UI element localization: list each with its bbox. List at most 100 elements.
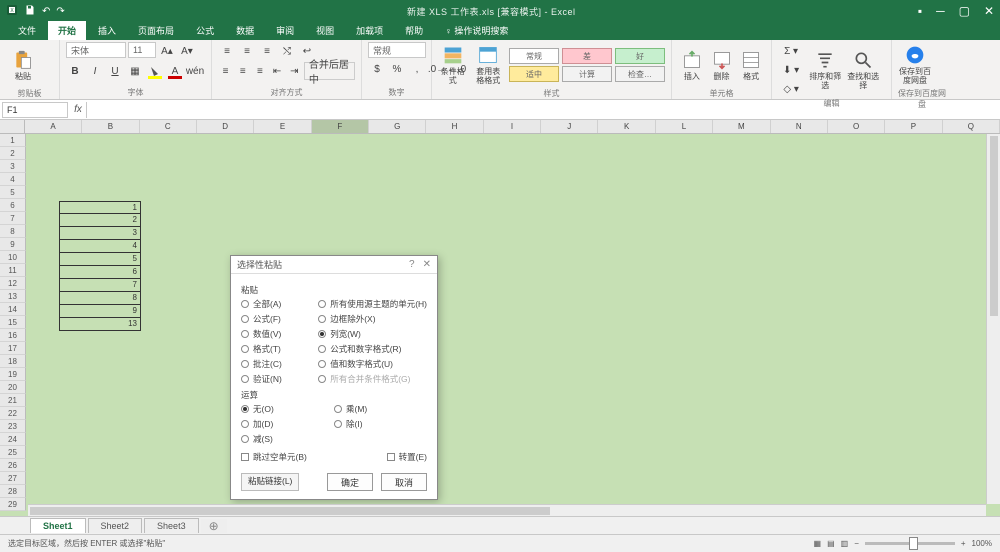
dialog-radio-option[interactable]: 所有使用源主题的单元(H)	[318, 298, 427, 310]
data-cell[interactable]: 3	[59, 227, 141, 240]
dialog-radio-option[interactable]: 无(O)	[241, 403, 334, 415]
align-bottom-icon[interactable]: ≡	[258, 42, 276, 60]
column-header[interactable]: C	[140, 120, 197, 133]
vertical-scrollbar[interactable]	[986, 134, 1000, 504]
row-header[interactable]: 4	[0, 173, 26, 186]
dialog-radio-option[interactable]: 数值(V)	[241, 328, 318, 340]
conditional-format-button[interactable]: 条件格式	[438, 42, 468, 88]
font-color-button[interactable]: A	[166, 62, 184, 80]
dialog-close-icon[interactable]: ✕	[423, 259, 431, 270]
row-header[interactable]: 11	[0, 264, 26, 277]
column-header[interactable]: O	[828, 120, 885, 133]
row-header[interactable]: 25	[0, 446, 26, 459]
ribbon-tab[interactable]: 文件	[8, 21, 46, 40]
skip-blanks-checkbox[interactable]: 跳过空单元(B)	[241, 451, 307, 463]
dialog-help-icon[interactable]: ?	[409, 259, 415, 270]
delete-cells-button[interactable]: 删除	[708, 42, 736, 88]
dialog-radio-option[interactable]: 全部(A)	[241, 298, 318, 310]
column-header[interactable]: M	[713, 120, 770, 133]
formula-input[interactable]	[86, 102, 1000, 118]
sort-filter-button[interactable]: 排序和筛选	[808, 47, 842, 93]
row-header[interactable]: 18	[0, 355, 26, 368]
row-header[interactable]: 6	[0, 199, 26, 212]
column-header[interactable]: L	[656, 120, 713, 133]
border-button[interactable]: ▦	[126, 62, 144, 80]
cancel-button[interactable]: 取消	[381, 473, 427, 491]
row-header[interactable]: 2	[0, 147, 26, 160]
name-box[interactable]: F1	[2, 102, 68, 118]
number-format-select[interactable]: 常规	[368, 42, 426, 58]
row-header[interactable]: 27	[0, 472, 26, 485]
increase-font-icon[interactable]: A▴	[158, 42, 176, 60]
add-sheet-button[interactable]: ⊕	[201, 519, 227, 533]
orientation-icon[interactable]: ⤭	[278, 42, 296, 60]
maximize-icon[interactable]: ▢	[959, 4, 970, 18]
ribbon-tab[interactable]: 帮助	[395, 21, 433, 40]
sheet-tab[interactable]: Sheet3	[144, 518, 199, 533]
row-header[interactable]: 24	[0, 433, 26, 446]
format-cells-button[interactable]: 格式	[737, 42, 765, 88]
close-icon[interactable]: ✕	[984, 4, 994, 18]
ribbon-tab[interactable]: 数据	[226, 21, 264, 40]
row-header[interactable]: 10	[0, 251, 26, 264]
row-header[interactable]: 20	[0, 381, 26, 394]
row-header[interactable]: 9	[0, 238, 26, 251]
ok-button[interactable]: 确定	[327, 473, 373, 491]
row-header[interactable]: 28	[0, 485, 26, 498]
row-header[interactable]: 5	[0, 186, 26, 199]
column-header[interactable]: E	[254, 120, 311, 133]
paste-button[interactable]: 粘贴	[6, 42, 40, 88]
zoom-slider[interactable]	[865, 542, 955, 545]
data-cell[interactable]: 6	[59, 266, 141, 279]
fx-icon[interactable]: fx	[70, 104, 86, 115]
indent-dec-icon[interactable]: ⇤	[270, 62, 285, 80]
font-name-select[interactable]: 宋体	[66, 42, 126, 58]
row-header[interactable]: 17	[0, 342, 26, 355]
column-header[interactable]: A	[25, 120, 82, 133]
dialog-radio-option[interactable]: 边框除外(X)	[318, 313, 427, 325]
ribbon-options-icon[interactable]: ▪	[918, 4, 922, 18]
row-header[interactable]: 22	[0, 407, 26, 420]
row-header[interactable]: 16	[0, 329, 26, 342]
ribbon-tab[interactable]: 审阅	[266, 21, 304, 40]
sheet-tab[interactable]: Sheet2	[88, 518, 143, 533]
fill-button[interactable]: ⬇ ▾	[778, 61, 804, 79]
insert-cells-button[interactable]: 插入	[678, 42, 706, 88]
row-header[interactable]: 21	[0, 394, 26, 407]
ribbon-tab[interactable]: 视图	[306, 21, 344, 40]
undo-icon[interactable]: ↶	[42, 6, 50, 17]
row-header[interactable]: 29	[0, 498, 26, 511]
bold-button[interactable]: B	[66, 62, 84, 80]
format-as-table-button[interactable]: 套用表格格式	[474, 42, 504, 88]
worksheet[interactable]: ABCDEFGHIJKLMNOPQ 1234567891011121314151…	[0, 120, 1000, 516]
find-select-button[interactable]: 查找和选择	[846, 47, 880, 93]
row-header[interactable]: 1	[0, 134, 26, 147]
style-good[interactable]: 好	[615, 48, 665, 64]
dialog-radio-option[interactable]: 列宽(W)	[318, 328, 427, 340]
italic-button[interactable]: I	[86, 62, 104, 80]
row-header[interactable]: 3	[0, 160, 26, 173]
column-header[interactable]: B	[82, 120, 139, 133]
dialog-radio-option[interactable]: 值和数字格式(U)	[318, 358, 427, 370]
data-cell[interactable]: 8	[59, 292, 141, 305]
row-header[interactable]: 15	[0, 316, 26, 329]
dialog-radio-option[interactable]: 公式(F)	[241, 313, 318, 325]
select-all-corner[interactable]	[0, 120, 25, 133]
style-bad[interactable]: 差	[562, 48, 612, 64]
font-size-select[interactable]: 11	[128, 42, 156, 58]
indent-inc-icon[interactable]: ⇥	[287, 62, 302, 80]
dialog-radio-option[interactable]: 公式和数字格式(R)	[318, 343, 427, 355]
style-normal[interactable]: 常规	[509, 48, 559, 64]
dialog-radio-option[interactable]: 减(S)	[241, 433, 334, 445]
ribbon-tab[interactable]: 页面布局	[128, 21, 184, 40]
align-left-icon[interactable]: ≡	[218, 62, 233, 80]
row-header[interactable]: 8	[0, 225, 26, 238]
row-header[interactable]: 14	[0, 303, 26, 316]
ribbon-tab[interactable]: ♀ 操作说明搜索	[435, 21, 518, 40]
column-header[interactable]: H	[426, 120, 483, 133]
row-header[interactable]: 7	[0, 212, 26, 225]
zoom-level[interactable]: 100%	[972, 539, 992, 548]
redo-icon[interactable]: ↷	[56, 6, 64, 17]
align-right-icon[interactable]: ≡	[252, 62, 267, 80]
column-header[interactable]: N	[771, 120, 828, 133]
